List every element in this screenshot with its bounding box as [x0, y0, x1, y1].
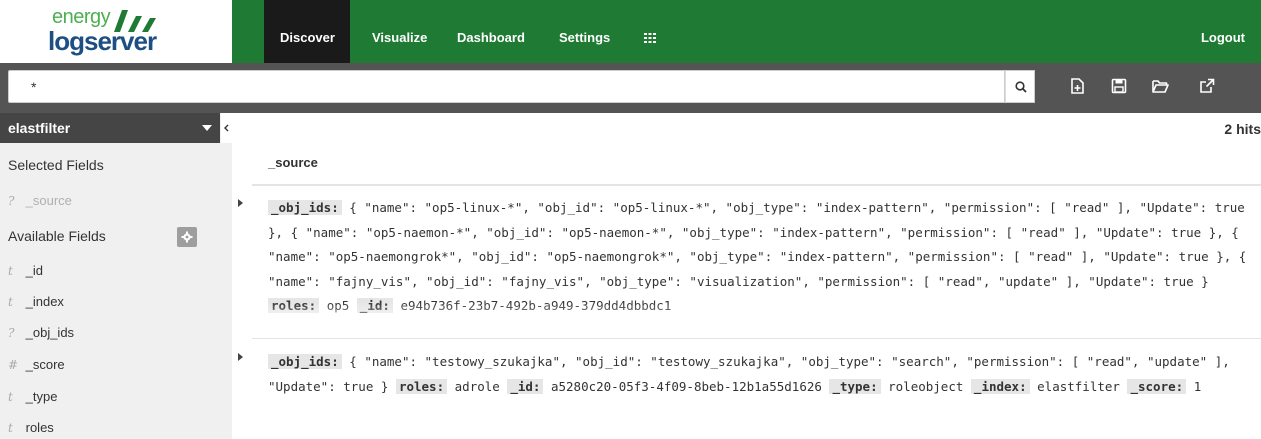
- field-type-icon: #: [8, 358, 19, 372]
- field-key: _index:: [970, 378, 1030, 394]
- table-row: _obj_ids: { "name": "testowy_szukajka", …: [268, 350, 1253, 430]
- field-name: _id: [25, 263, 43, 278]
- nav-dashboard[interactable]: Dashboard: [441, 0, 541, 63]
- field-value: adrole: [454, 378, 500, 394]
- field-type-icon: t: [8, 264, 13, 278]
- nav-apps[interactable]: [628, 0, 672, 63]
- search-button[interactable]: [1005, 70, 1035, 103]
- expand-row-icon[interactable]: [238, 199, 243, 207]
- field-value: a5280c20-05f3-4f09-8beb-12b1a55d1626: [550, 378, 822, 394]
- apps-grid-icon: [644, 33, 656, 43]
- field-type-icon: t: [8, 295, 13, 309]
- search-icon: [1015, 81, 1027, 93]
- search-input[interactable]: [8, 70, 1005, 103]
- table-row: _obj_ids: { "name": "op5-linux-*", "obj_…: [268, 196, 1253, 328]
- field-key: roles:: [395, 378, 448, 394]
- field-item[interactable]: t _index: [8, 294, 64, 309]
- field-value: { "name": "op5-linux-*", "obj_id": "op5-…: [268, 200, 1247, 289]
- collapse-icon: [224, 124, 229, 132]
- nav-settings[interactable]: Settings: [543, 0, 626, 63]
- collapse-sidebar-button[interactable]: [221, 113, 232, 143]
- index-pattern-select[interactable]: elastfilter: [0, 113, 220, 143]
- field-name: _index: [25, 294, 64, 309]
- nav-visualize[interactable]: Visualize: [356, 0, 443, 63]
- field-item[interactable]: t roles: [8, 420, 54, 435]
- field-type-icon: ?: [8, 194, 15, 208]
- field-type-icon: ?: [8, 326, 15, 340]
- share-icon[interactable]: [1198, 77, 1216, 95]
- hit-count: 2 hits: [1224, 121, 1261, 137]
- field-key: _obj_ids:: [268, 354, 342, 369]
- field-key: _score:: [1127, 378, 1187, 394]
- field-item[interactable]: ? _source: [8, 193, 72, 208]
- field-item[interactable]: t _id: [8, 263, 43, 278]
- field-type-icon: t: [8, 390, 13, 404]
- gear-icon: [181, 231, 193, 243]
- expand-row-icon[interactable]: [238, 353, 243, 361]
- selected-fields-heading: Selected Fields: [8, 157, 104, 173]
- field-settings-button[interactable]: [177, 227, 197, 247]
- open-icon[interactable]: [1151, 77, 1169, 95]
- results-panel: 2 hits _source _obj_ids: { "name": "op5-…: [232, 113, 1261, 439]
- top-nav: energy logserver Discover Visualize Dash…: [0, 0, 1261, 63]
- field-key: _type:: [829, 378, 881, 394]
- available-fields-heading: Available Fields: [8, 228, 106, 244]
- new-search-icon[interactable]: [1068, 77, 1086, 95]
- field-item[interactable]: t _type: [8, 389, 57, 404]
- search-bar: [0, 63, 1261, 113]
- column-header-source[interactable]: _source: [268, 155, 318, 170]
- field-value: 1: [1193, 378, 1202, 394]
- field-value: elastfilter: [1037, 378, 1120, 394]
- nav-discover[interactable]: Discover: [264, 0, 350, 63]
- logo[interactable]: energy logserver: [0, 0, 250, 63]
- field-value: roleobject: [888, 378, 964, 394]
- header-divider: [252, 184, 1261, 186]
- truncate-fade: [268, 302, 1253, 328]
- field-sidebar: elastfilter Selected Fields ? _source Av…: [0, 113, 232, 439]
- logo-text-logserver: logserver: [48, 26, 157, 56]
- field-name: roles: [25, 420, 54, 435]
- field-type-icon: t: [8, 421, 13, 435]
- field-item[interactable]: # _score: [8, 357, 65, 372]
- field-item[interactable]: ? _obj_ids: [8, 325, 74, 340]
- index-pattern-label: elastfilter: [8, 120, 71, 136]
- field-name: _source: [25, 193, 72, 208]
- row-divider: [252, 338, 1261, 339]
- field-name: _obj_ids: [25, 325, 75, 340]
- save-icon[interactable]: [1110, 77, 1128, 95]
- field-name: _type: [25, 389, 58, 404]
- field-key: _id:: [507, 378, 544, 394]
- logo-divider: [232, 0, 262, 63]
- field-name: _score: [25, 357, 65, 372]
- logout-link[interactable]: Logout: [1185, 0, 1261, 63]
- caret-down-icon: [202, 125, 212, 131]
- field-key: _obj_ids:: [268, 200, 342, 215]
